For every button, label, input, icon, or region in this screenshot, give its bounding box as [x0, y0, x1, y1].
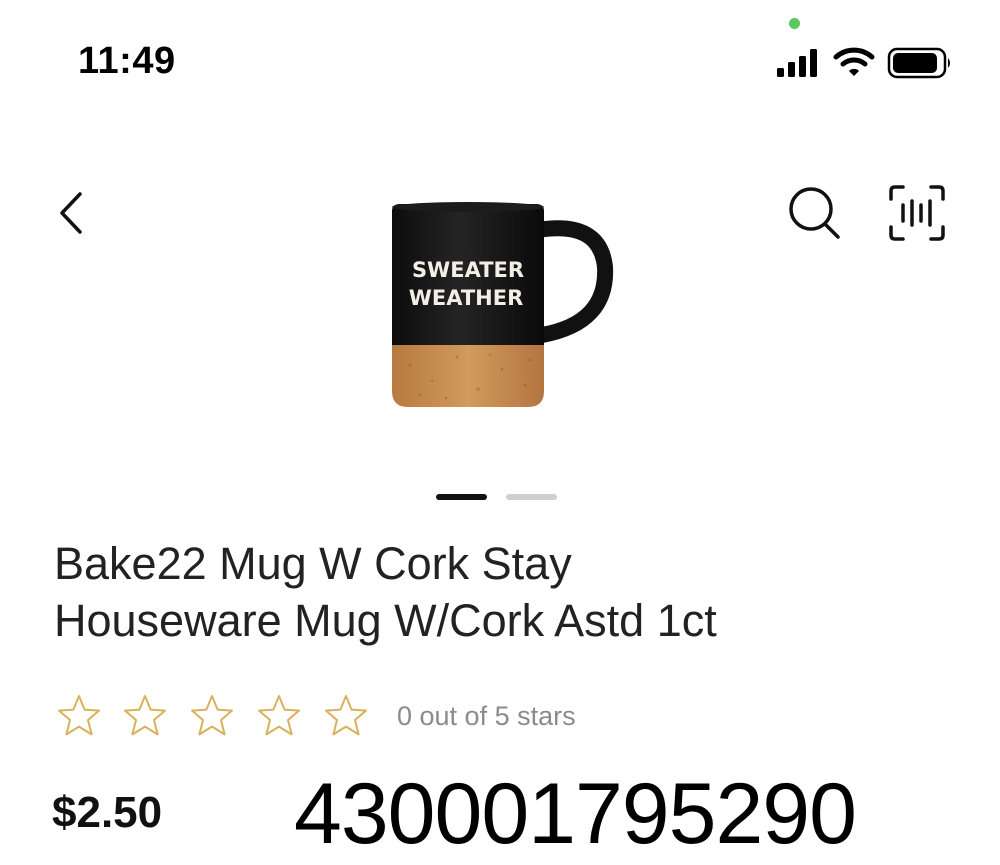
star-outline-icon [325, 695, 367, 736]
cellular-signal-icon [777, 49, 817, 77]
mug-print-line-1: SWEATER [412, 258, 524, 282]
carousel-dot-active[interactable] [436, 494, 487, 500]
product-upc: 430001795290 [294, 766, 857, 862]
product-title-line-2: Houseware Mug W/Cork Astd 1ct [54, 595, 717, 646]
battery-icon [887, 47, 950, 79]
back-chevron-icon[interactable] [50, 188, 96, 238]
privacy-indicator-dot [789, 18, 800, 29]
rating-summary: 0 out of 5 stars [397, 701, 576, 731]
barcode-scan-icon[interactable] [887, 183, 947, 243]
star-outline-icon [124, 695, 166, 736]
search-icon[interactable] [783, 183, 845, 243]
product-title-line-1: Bake22 Mug W Cork Stay [54, 538, 572, 589]
image-carousel-indicator [436, 494, 558, 502]
rating-row[interactable]: 0 out of 5 stars [55, 692, 755, 742]
star-outline-icon [191, 695, 233, 736]
mug-product-image[interactable]: SWEATER WEATHER [380, 195, 620, 420]
star-outline-icon [258, 695, 300, 736]
carousel-dot-inactive[interactable] [506, 494, 557, 500]
product-price: $2.50 [52, 788, 163, 837]
product-title: Bake22 Mug W Cork Stay Houseware Mug W/C… [54, 535, 954, 649]
status-bar: 11:49 [0, 0, 1000, 110]
status-time: 11:49 [78, 40, 176, 82]
star-outline-icon [58, 695, 100, 736]
mug-print-line-2: WEATHER [409, 286, 524, 310]
wifi-icon [833, 47, 875, 76]
